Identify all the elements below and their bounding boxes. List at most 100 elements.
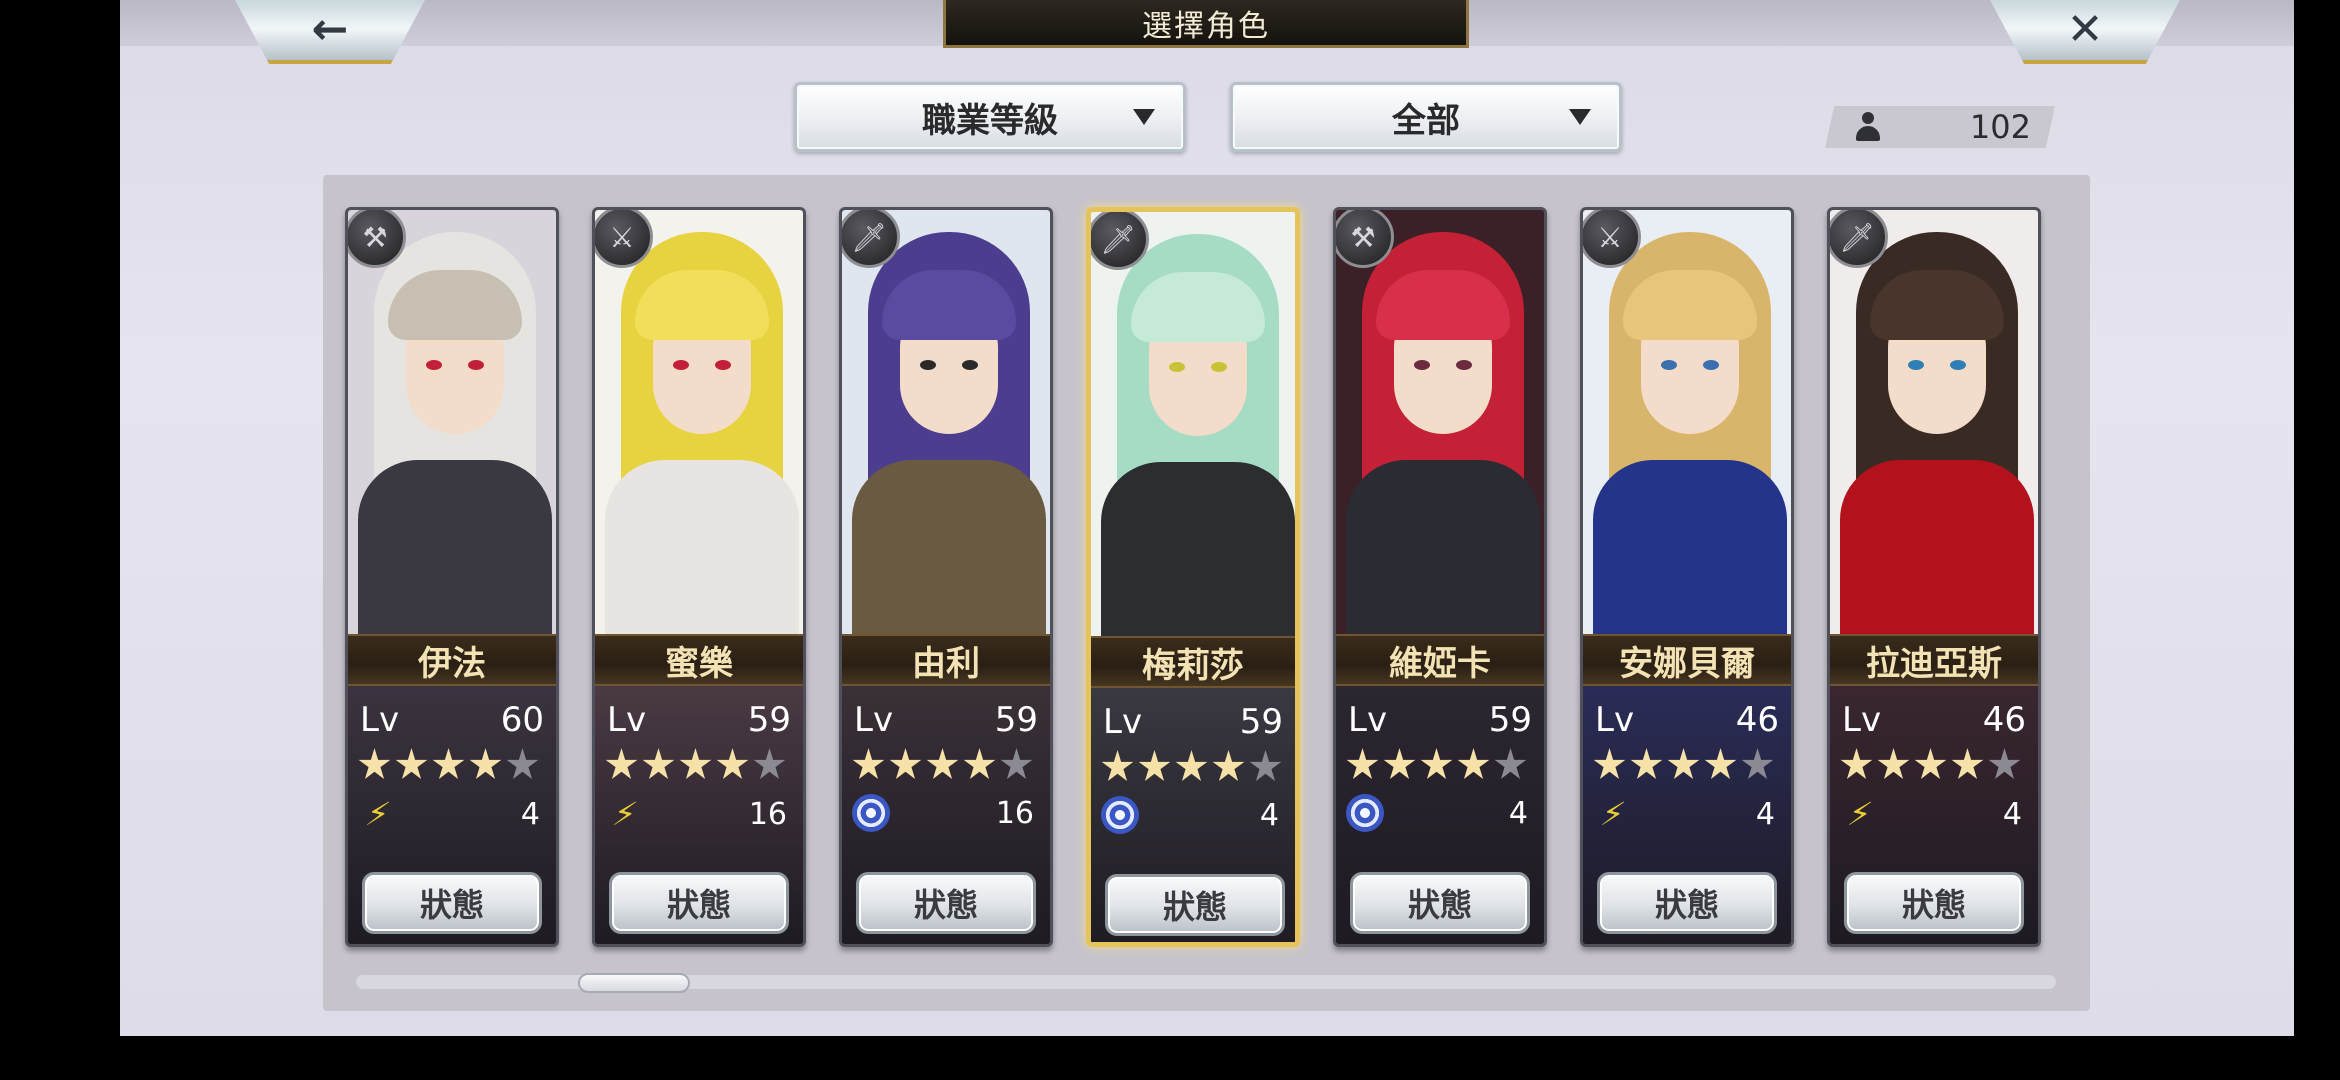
character-name-plate: 由利 bbox=[842, 634, 1050, 686]
star-rating bbox=[1593, 748, 1774, 781]
star-icon bbox=[1951, 748, 1984, 780]
wing-element-icon: ⚡ bbox=[1844, 795, 1876, 833]
chevron-down-icon bbox=[1133, 109, 1155, 125]
star-icon bbox=[1630, 748, 1663, 780]
level-row: Lv 59 bbox=[1348, 700, 1532, 740]
star-icon bbox=[1175, 750, 1208, 782]
star-rating bbox=[852, 748, 1033, 781]
star-icon bbox=[432, 748, 465, 780]
star-icon bbox=[1000, 748, 1033, 780]
element-row: 4 bbox=[1346, 794, 1528, 832]
character-card[interactable]: 🗡 拉迪亞斯 Lv 46 ⚡ 4 狀態 bbox=[1827, 207, 2041, 947]
status-button[interactable]: 狀態 bbox=[1350, 872, 1530, 934]
element-count: 4 bbox=[520, 796, 540, 832]
status-button[interactable]: 狀態 bbox=[856, 872, 1036, 934]
character-stats: Lv 59 16 狀態 bbox=[842, 686, 1050, 944]
level-value: 60 bbox=[500, 700, 544, 740]
star-icon bbox=[1704, 748, 1737, 780]
status-button[interactable]: 狀態 bbox=[1597, 872, 1777, 934]
swirl-element-icon bbox=[1101, 796, 1139, 834]
element-row: ⚡ 4 bbox=[1840, 794, 2022, 834]
title-bar: 選擇角色 bbox=[943, 0, 1469, 48]
status-button[interactable]: 狀態 bbox=[362, 872, 542, 934]
roster-count-value: 102 bbox=[1969, 108, 2031, 146]
level-prefix: Lv bbox=[607, 700, 647, 740]
star-icon bbox=[642, 748, 675, 780]
character-stats: Lv 59 4 狀態 bbox=[1091, 688, 1295, 942]
level-prefix: Lv bbox=[854, 700, 894, 740]
status-button-label: 狀態 bbox=[1407, 886, 1472, 924]
sort-dropdown-label: 職業等級 bbox=[922, 100, 1058, 141]
star-icon bbox=[1346, 748, 1379, 780]
star-icon bbox=[1420, 748, 1453, 780]
level-row: Lv 46 bbox=[1842, 700, 2026, 740]
character-name-plate: 拉迪亞斯 bbox=[1830, 634, 2038, 686]
star-icon bbox=[852, 748, 885, 780]
element-row: 16 bbox=[852, 794, 1034, 832]
hammer-icon: ⚒ bbox=[348, 210, 406, 268]
status-button[interactable]: 狀態 bbox=[1844, 872, 2024, 934]
element-count: 16 bbox=[995, 795, 1034, 831]
star-icon bbox=[1840, 748, 1873, 780]
character-card[interactable]: ⚒ 維婭卡 Lv 59 4 狀態 bbox=[1333, 207, 1547, 947]
character-name: 維婭卡 bbox=[1389, 643, 1491, 684]
character-roster: ⚒ 伊法 Lv 60 ⚡ 4 狀態 ⚔ 蜜樂 Lv 59 ⚡ 16 狀態 🗡 由… bbox=[323, 175, 2090, 1011]
element-row: ⚡ 16 bbox=[605, 794, 787, 834]
level-value: 59 bbox=[994, 700, 1038, 740]
element-row: 4 bbox=[1101, 796, 1279, 834]
level-row: Lv 59 bbox=[1103, 702, 1283, 742]
character-stats: Lv 59 4 狀態 bbox=[1336, 686, 1544, 944]
close-icon: ✕ bbox=[2066, 3, 2104, 55]
game-screen: ← 選擇角色 ✕ 職業等級 全部 102 ⚒ 伊法 Lv 60 ⚡ 4 狀態 ⚔… bbox=[120, 0, 2294, 1036]
back-button[interactable]: ← bbox=[235, 0, 425, 64]
character-card[interactable]: ⚔ 蜜樂 Lv 59 ⚡ 16 狀態 bbox=[592, 207, 806, 947]
character-name: 拉迪亞斯 bbox=[1866, 643, 2002, 684]
blade-icon: 🗡 bbox=[1091, 212, 1149, 270]
close-button[interactable]: ✕ bbox=[1990, 0, 2180, 64]
status-button[interactable]: 狀態 bbox=[1105, 874, 1285, 936]
filter-dropdown[interactable]: 全部 bbox=[1230, 82, 1622, 152]
level-value: 59 bbox=[1239, 702, 1283, 742]
status-button-label: 狀態 bbox=[913, 886, 978, 924]
star-icon bbox=[506, 748, 539, 780]
star-icon bbox=[358, 748, 391, 780]
star-rating bbox=[1101, 750, 1282, 783]
wing-element-icon: ⚡ bbox=[1597, 795, 1629, 833]
character-card[interactable]: 🗡 由利 Lv 59 16 狀態 bbox=[839, 207, 1053, 947]
star-icon bbox=[1101, 750, 1134, 782]
star-icon bbox=[1914, 748, 1947, 780]
blade-icon: 🗡 bbox=[842, 210, 900, 268]
chevron-down-icon bbox=[1569, 109, 1591, 125]
star-rating bbox=[358, 748, 539, 781]
swirl-element-icon bbox=[852, 794, 890, 832]
star-icon bbox=[1988, 748, 2021, 780]
status-button-label: 狀態 bbox=[419, 886, 484, 924]
character-card[interactable]: 🗡 梅莉莎 Lv 59 4 狀態 bbox=[1086, 207, 1300, 947]
blade-icon: 🗡 bbox=[1830, 210, 1888, 268]
character-name: 由利 bbox=[912, 643, 980, 684]
level-row: Lv 46 bbox=[1595, 700, 1779, 740]
star-rating bbox=[1346, 748, 1527, 781]
element-row: ⚡ 4 bbox=[358, 794, 540, 834]
character-stats: Lv 60 ⚡ 4 狀態 bbox=[348, 686, 556, 944]
element-count: 4 bbox=[2002, 796, 2022, 832]
star-icon bbox=[395, 748, 428, 780]
status-button-label: 狀態 bbox=[1901, 886, 1966, 924]
sort-dropdown[interactable]: 職業等級 bbox=[794, 82, 1186, 152]
status-button[interactable]: 狀態 bbox=[609, 872, 789, 934]
character-name-plate: 安娜貝爾 bbox=[1583, 634, 1791, 686]
character-stats: Lv 59 ⚡ 16 狀態 bbox=[595, 686, 803, 944]
status-button-label: 狀態 bbox=[1654, 886, 1719, 924]
sword-icon: ⚔ bbox=[595, 210, 653, 268]
star-icon bbox=[605, 748, 638, 780]
star-icon bbox=[1138, 750, 1171, 782]
level-prefix: Lv bbox=[1103, 702, 1143, 742]
character-card[interactable]: ⚔ 安娜貝爾 Lv 46 ⚡ 4 狀態 bbox=[1580, 207, 1794, 947]
swirl-element-icon bbox=[1346, 794, 1384, 832]
character-name-plate: 伊法 bbox=[348, 634, 556, 686]
character-card[interactable]: ⚒ 伊法 Lv 60 ⚡ 4 狀態 bbox=[345, 207, 559, 947]
star-icon bbox=[1741, 748, 1774, 780]
character-portrait bbox=[1336, 210, 1544, 634]
roster-scrollbar-thumb[interactable] bbox=[578, 973, 691, 993]
sword-icon: ⚔ bbox=[1583, 210, 1641, 268]
